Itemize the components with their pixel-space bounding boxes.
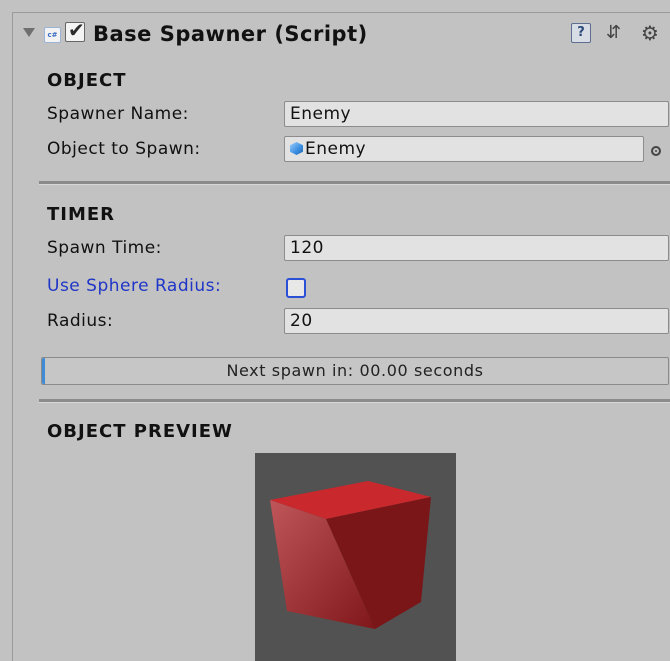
radius-label: Radius:	[47, 311, 114, 331]
object-preview-viewport[interactable]	[255, 453, 456, 661]
prefab-icon	[290, 142, 303, 155]
section-heading-object-preview: OBJECT PREVIEW	[47, 421, 233, 442]
progress-text: Next spawn in: 00.00 seconds	[226, 361, 484, 380]
component-header[interactable]: c# ✔ Base Spawner (Script) ? ⇵ ⚙	[13, 13, 670, 57]
use-sphere-radius-label: Use Sphere Radius:	[47, 276, 222, 296]
foldout-arrow-icon[interactable]	[23, 28, 35, 37]
spawner-name-field[interactable]: Enemy	[284, 101, 669, 127]
use-sphere-radius-checkbox[interactable]	[286, 278, 306, 298]
spawn-time-field[interactable]: 120	[284, 235, 669, 261]
script-icon: c#	[44, 27, 61, 43]
radius-field[interactable]: 20	[284, 308, 669, 334]
spawner-name-label: Spawner Name:	[47, 104, 189, 124]
section-heading-object: OBJECT	[47, 70, 127, 91]
section-divider	[39, 399, 670, 403]
object-to-spawn-field[interactable]: Enemy	[284, 136, 644, 162]
cube-preview-icon	[270, 481, 431, 629]
preset-icon[interactable]: ⇵	[606, 23, 626, 43]
component-title: Base Spawner (Script)	[93, 22, 368, 46]
object-picker-icon[interactable]	[651, 146, 661, 156]
section-heading-timer: TIMER	[47, 204, 116, 225]
checkmark-icon: ✔	[68, 18, 85, 42]
spawn-time-label: Spawn Time:	[47, 238, 162, 258]
section-divider	[39, 181, 670, 185]
object-to-spawn-label: Object to Spawn:	[47, 139, 201, 159]
inspector-panel: c# ✔ Base Spawner (Script) ? ⇵ ⚙ OBJECT …	[12, 12, 670, 661]
component-enabled-checkbox[interactable]: ✔	[65, 18, 85, 42]
gear-icon[interactable]: ⚙	[641, 23, 661, 43]
object-to-spawn-value: Enemy	[305, 139, 367, 159]
help-icon[interactable]: ?	[571, 23, 591, 43]
spawn-progress-bar: Next spawn in: 00.00 seconds	[41, 357, 669, 385]
